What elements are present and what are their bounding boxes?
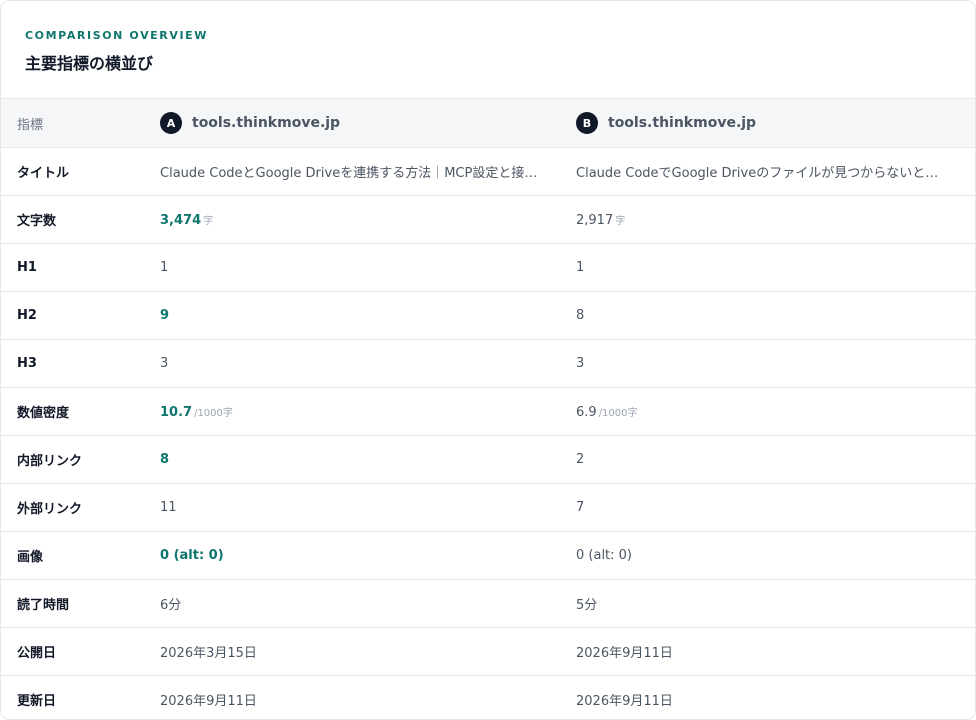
table-row: 画像 0 (alt: 0) 0 (alt: 0) — [1, 531, 975, 580]
metric-label: 外部リンク — [1, 483, 160, 532]
site-a-value: 2026年3月15日 — [160, 627, 576, 676]
metric-column-header: 指標 — [1, 98, 160, 148]
table-row: H3 3 3 — [1, 339, 975, 388]
value-text: 2026年9月11日 — [576, 694, 673, 709]
metric-label: 数値密度 — [1, 387, 160, 436]
site-b-value: Claude CodeでGoogle Driveのファイルが見つからないときの… — [576, 147, 975, 196]
value-unit: /1000字 — [598, 407, 638, 419]
site-a-value: 1 — [160, 243, 576, 292]
value-text: 2026年9月11日 — [160, 694, 257, 709]
metric-label: タイトル — [1, 147, 160, 196]
table-row: 文字数 3,474 字 2,917 字 — [1, 195, 975, 244]
table-row: タイトル Claude CodeとGoogle Driveを連携する方法｜MCP… — [1, 147, 975, 196]
site-b-value: 2026年9月11日 — [576, 627, 975, 676]
metric-label: 内部リンク — [1, 435, 160, 484]
metric-label: 公開日 — [1, 627, 160, 676]
table-row: H1 1 1 — [1, 243, 975, 292]
card-header: COMPARISON OVERVIEW 主要指標の横並び — [1, 1, 975, 98]
table-row: H2 9 8 — [1, 291, 975, 340]
section-eyebrow: COMPARISON OVERVIEW — [25, 29, 209, 42]
site-b-value: 2026年9月11日 — [576, 675, 975, 719]
site-a-value: 9 — [160, 291, 576, 340]
value-text: 6.9 — [576, 404, 597, 420]
value-text: 2 — [576, 452, 585, 467]
site-b-value: 2,917 字 — [576, 195, 975, 244]
table-row: 読了時間 6分 5分 — [1, 579, 975, 628]
value-text: 3 — [576, 356, 585, 371]
site-b-value: 7 — [576, 483, 975, 532]
table-row: 公開日 2026年3月15日 2026年9月11日 — [1, 627, 975, 676]
value-text: 2,917 — [576, 212, 614, 228]
site-a-column-header: A tools.thinkmove.jp — [160, 98, 576, 148]
section-title: 主要指標の横並び — [25, 54, 154, 73]
site-b-column-header: B tools.thinkmove.jp — [576, 98, 975, 148]
site-b-value: 3 — [576, 339, 975, 388]
site-b-title-text: Claude CodeでGoogle Driveのファイルが見つからないときの… — [576, 166, 951, 181]
site-a-value: 10.7/1000字 — [160, 387, 576, 436]
site-a-domain: tools.thinkmove.jp — [192, 115, 341, 131]
value-unit: /1000字 — [194, 407, 233, 419]
table-row: 外部リンク 11 7 — [1, 483, 975, 532]
value-text: 8 — [576, 308, 585, 323]
table-row: 内部リンク 8 2 — [1, 435, 975, 484]
table-body: タイトル Claude CodeとGoogle Driveを連携する方法｜MCP… — [1, 147, 975, 719]
site-a-value: 6分 — [160, 579, 576, 628]
value-text: 8 — [160, 452, 170, 467]
metric-label: 更新日 — [1, 675, 160, 719]
metric-label: 文字数 — [1, 195, 160, 244]
value-text: 3 — [160, 356, 169, 371]
site-b-domain: tools.thinkmove.jp — [608, 115, 757, 131]
value-text: 7 — [576, 500, 585, 515]
value-text: 0 (alt: 0) — [576, 548, 633, 563]
value-text: 5分 — [576, 598, 598, 613]
value-text: 2026年3月15日 — [160, 646, 257, 661]
site-a-value: 2026年9月11日 — [160, 675, 576, 719]
site-b-value: 0 (alt: 0) — [576, 531, 975, 580]
site-b-value: 1 — [576, 243, 975, 292]
site-a-value: 11 — [160, 483, 576, 532]
value-text: 9 — [160, 308, 170, 323]
value-unit: 字 — [615, 215, 626, 227]
table-row: 更新日 2026年9月11日 2026年9月11日 — [1, 675, 975, 719]
comparison-table: 指標 A tools.thinkmove.jp B tools.thinkmov… — [1, 98, 975, 719]
site-a-value: 3,474 字 — [160, 195, 576, 244]
value-text: 10.7 — [160, 404, 193, 420]
table-row: 数値密度 10.7/1000字 6.9/1000字 — [1, 387, 975, 436]
value-text: 6分 — [160, 598, 182, 613]
site-a-value: 0 (alt: 0) — [160, 531, 576, 580]
metric-label: H3 — [1, 339, 160, 388]
metric-label: 画像 — [1, 531, 160, 580]
site-a-value: Claude CodeとGoogle Driveを連携する方法｜MCP設定と接続… — [160, 147, 576, 196]
site-a-value: 8 — [160, 435, 576, 484]
metric-label: H2 — [1, 291, 160, 340]
value-text: 0 (alt: 0) — [160, 548, 224, 563]
site-b-badge: B — [576, 112, 598, 134]
metric-label: H1 — [1, 243, 160, 292]
site-b-value: 2 — [576, 435, 975, 484]
site-a-value: 3 — [160, 339, 576, 388]
value-text: 1 — [576, 260, 585, 275]
comparison-card: COMPARISON OVERVIEW 主要指標の横並び 指標 A tools.… — [0, 0, 976, 720]
table-header-row: 指標 A tools.thinkmove.jp B tools.thinkmov… — [1, 98, 975, 148]
value-text: 1 — [160, 260, 169, 275]
value-text: 11 — [160, 500, 177, 515]
site-b-value: 5分 — [576, 579, 975, 628]
value-text: 2026年9月11日 — [576, 646, 673, 661]
site-a-title-text: Claude CodeとGoogle Driveを連携する方法｜MCP設定と接続… — [160, 166, 540, 181]
site-b-value: 6.9/1000字 — [576, 387, 975, 436]
value-unit: 字 — [203, 215, 214, 227]
metric-label: 読了時間 — [1, 579, 160, 628]
site-b-value: 8 — [576, 291, 975, 340]
site-a-badge: A — [160, 112, 182, 134]
value-text: 3,474 — [160, 212, 202, 228]
